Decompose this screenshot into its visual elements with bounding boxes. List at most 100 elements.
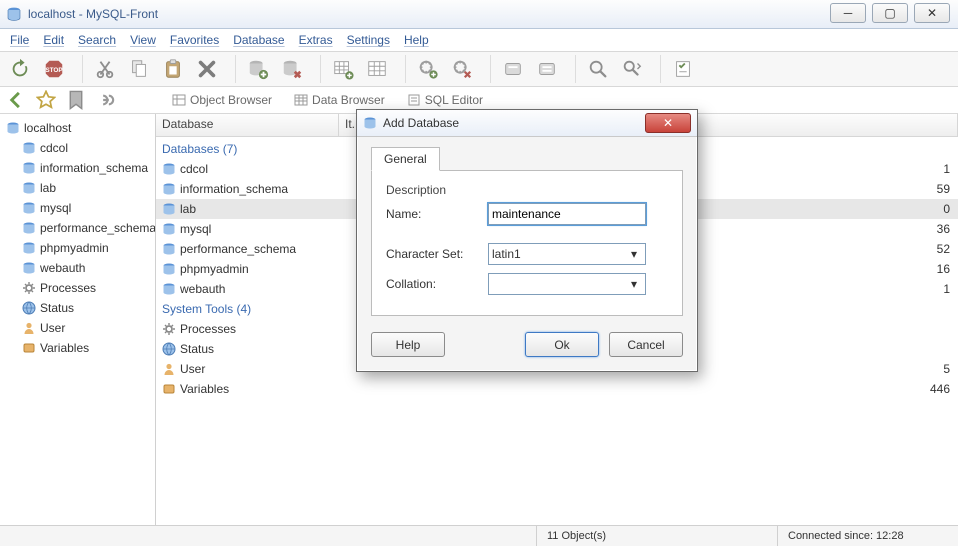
proc-add-icon[interactable] <box>414 55 442 83</box>
db-icon <box>22 181 36 195</box>
main-toolbar: STOP <box>0 52 958 87</box>
object-browser-tab[interactable]: Object Browser <box>166 91 278 109</box>
collation-combo[interactable]: ▾ <box>488 273 646 295</box>
row-name: Processes <box>180 322 236 336</box>
bookmark-icon[interactable] <box>66 91 86 109</box>
dialog-icon <box>363 116 377 130</box>
tree-root-label: localhost <box>24 121 71 135</box>
charset-combo[interactable]: latin1▾ <box>488 243 646 265</box>
db-icon <box>22 221 36 235</box>
dialog-close-button[interactable]: ✕ <box>645 113 691 133</box>
name-label: Name: <box>386 207 478 221</box>
table-icon[interactable] <box>363 55 391 83</box>
window-title: localhost - MySQL-Front <box>28 7 158 21</box>
table-row[interactable]: Variables446 <box>156 379 958 399</box>
close-window-button[interactable]: ✕ <box>914 3 950 23</box>
help-button[interactable]: Help <box>371 332 445 357</box>
db-icon <box>22 301 36 315</box>
tree-item-label: mysql <box>40 201 71 215</box>
collation-label: Collation: <box>386 277 478 291</box>
col-database[interactable]: Database <box>156 114 339 136</box>
tree-item[interactable]: User <box>0 318 155 338</box>
status-bar: 11 Object(s) Connected since: 12:28 <box>0 525 958 546</box>
options-icon[interactable] <box>669 55 697 83</box>
svg-text:STOP: STOP <box>45 67 63 74</box>
cancel-button[interactable]: Cancel <box>609 332 683 357</box>
menu-database[interactable]: Database <box>233 33 284 47</box>
menu-view[interactable]: View <box>130 33 156 47</box>
tree-item-label: Processes <box>40 281 96 295</box>
row-name: performance_schema <box>180 242 296 256</box>
tree-item[interactable]: Processes <box>0 278 155 298</box>
row-name: information_schema <box>180 182 288 196</box>
db-icon <box>22 321 36 335</box>
tree-item-label: information_schema <box>40 161 148 175</box>
tree-item[interactable]: Variables <box>0 338 155 358</box>
minimize-button[interactable]: ─ <box>830 3 866 23</box>
tree-item-label: phpmyadmin <box>40 241 109 255</box>
tree-item[interactable]: Status <box>0 298 155 318</box>
menu-settings[interactable]: Settings <box>347 33 390 47</box>
row-name: lab <box>180 202 196 216</box>
stop-icon[interactable]: STOP <box>40 55 68 83</box>
row-name: webauth <box>180 282 225 296</box>
ok-button[interactable]: Ok <box>525 332 599 357</box>
tree-item[interactable]: phpmyadmin <box>0 238 155 258</box>
sys-icon <box>162 322 176 336</box>
menu-search[interactable]: Search <box>78 33 116 47</box>
db-icon <box>162 202 176 216</box>
app-icon <box>6 6 22 22</box>
proc-delete-icon[interactable] <box>448 55 476 83</box>
menu-favorites[interactable]: Favorites <box>170 33 219 47</box>
sql-editor-tab[interactable]: SQL Editor <box>401 91 489 109</box>
status-connected: Connected since: 12:28 <box>777 526 958 546</box>
sys-icon <box>162 382 176 396</box>
tree-item[interactable]: webauth <box>0 258 155 278</box>
tree-root[interactable]: localhost <box>0 118 155 138</box>
menu-help[interactable]: Help <box>404 33 429 47</box>
tree-item-label: Variables <box>40 341 89 355</box>
menu-extras[interactable]: Extras <box>299 33 333 47</box>
row-name: mysql <box>180 222 211 236</box>
search-replace-icon[interactable] <box>618 55 646 83</box>
db-icon <box>22 161 36 175</box>
chevron-down-icon: ▾ <box>626 276 642 292</box>
menu-edit[interactable]: Edit <box>43 33 64 47</box>
tree-item[interactable]: performance_schema <box>0 218 155 238</box>
host2-icon[interactable] <box>533 55 561 83</box>
tree-item-label: webauth <box>40 261 85 275</box>
row-name: User <box>180 362 205 376</box>
tree-item[interactable]: lab <box>0 178 155 198</box>
db-icon <box>22 281 36 295</box>
paste-icon[interactable] <box>159 55 187 83</box>
database-add-icon[interactable] <box>244 55 272 83</box>
cut-icon[interactable] <box>91 55 119 83</box>
link-icon[interactable] <box>96 91 116 109</box>
delete-icon[interactable] <box>193 55 221 83</box>
tree-item-label: User <box>40 321 65 335</box>
table-add-icon[interactable] <box>329 55 357 83</box>
maximize-button[interactable]: ▢ <box>872 3 908 23</box>
tree-item[interactable]: information_schema <box>0 158 155 178</box>
tree-item-label: performance_schema <box>40 221 156 235</box>
data-browser-tab[interactable]: Data Browser <box>288 91 391 109</box>
db-icon <box>22 341 36 355</box>
chevron-down-icon: ▾ <box>626 246 642 262</box>
menu-file[interactable]: File <box>10 33 29 47</box>
nav-back-icon[interactable] <box>6 91 26 109</box>
host-icon[interactable] <box>499 55 527 83</box>
tree-item[interactable]: cdcol <box>0 138 155 158</box>
row-count: 446 <box>326 382 958 396</box>
database-delete-icon[interactable] <box>278 55 306 83</box>
tree-item-label: cdcol <box>40 141 68 155</box>
connection-tree[interactable]: localhost cdcol information_schemalab mysq… <box>0 114 156 530</box>
name-input[interactable] <box>488 203 646 225</box>
tab-general[interactable]: General <box>371 147 440 171</box>
refresh-icon[interactable] <box>6 55 34 83</box>
tree-item-label: lab <box>40 181 56 195</box>
db-icon <box>162 242 176 256</box>
favorite-icon[interactable] <box>36 91 56 109</box>
copy-icon[interactable] <box>125 55 153 83</box>
tree-item[interactable]: mysql <box>0 198 155 218</box>
search-icon[interactable] <box>584 55 612 83</box>
